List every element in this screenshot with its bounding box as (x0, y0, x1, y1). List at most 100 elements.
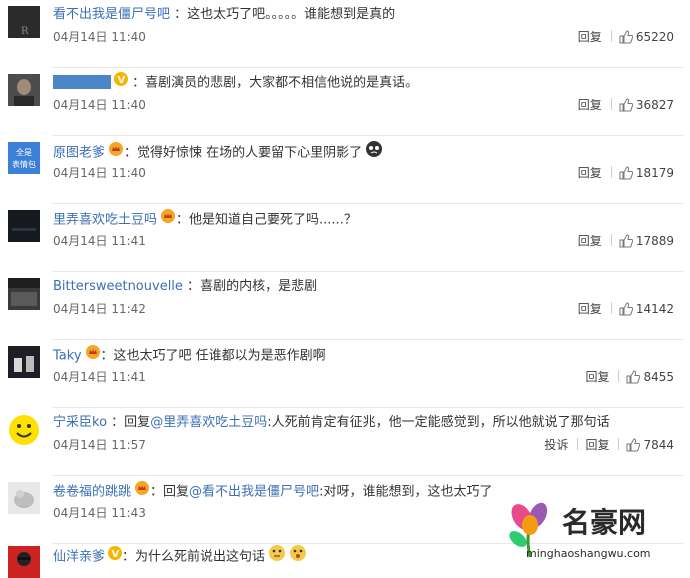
report-button[interactable]: 投诉 (544, 436, 568, 454)
svg-text:全是: 全是 (16, 147, 32, 157)
verified-v-icon: V (108, 546, 123, 568)
timestamp: 04月14日 11:57 (53, 438, 146, 452)
comment-text: :对呀，谁能想到，这也太巧了 (319, 484, 493, 500)
reply-prefix: 回复 (163, 484, 190, 500)
thumbs-up-icon (619, 30, 634, 49)
like-button[interactable]: 36827 (619, 96, 674, 117)
like-button[interactable]: 18179 (619, 164, 674, 185)
comment-item: V ：喜剧演员的悲剧，大家都不相信他说的是真话。 04月14日 11:40 回复… (0, 68, 690, 136)
name-separator: ： (170, 7, 188, 22)
username[interactable]: Taky (53, 349, 82, 364)
like-button[interactable]: 65220 (619, 28, 674, 49)
timestamp: 04月14日 11:40 (53, 30, 146, 44)
reply-button[interactable]: 回复 (585, 368, 609, 386)
thumbs-up-icon (626, 438, 641, 457)
watermark-logo: 名豪网 minghaoshangwu.com (496, 499, 686, 571)
thumbs-up-icon (619, 234, 634, 253)
timestamp: 04月14日 11:41 (53, 370, 146, 384)
like-count: 17889 (635, 234, 674, 248)
svg-text:V: V (112, 549, 120, 560)
avatar[interactable] (8, 546, 40, 578)
username[interactable]: 看不出我是僵尸号吧 (53, 7, 170, 22)
like-count: 18179 (635, 166, 674, 180)
like-button[interactable]: 8455 (626, 368, 674, 389)
avatar[interactable] (8, 346, 40, 378)
name-separator: ： (128, 75, 146, 91)
avatar[interactable]: 全是 表情包 (8, 142, 40, 174)
name-separator: ： (150, 484, 164, 500)
like-count: 65220 (635, 30, 674, 44)
mention-link[interactable]: @看不出我是僵尸号吧 (189, 485, 319, 500)
crown-badge-icon (160, 208, 176, 232)
svg-text:R: R (21, 26, 29, 37)
crown-badge-icon (85, 344, 101, 368)
verified-v-icon: V (114, 72, 128, 94)
avatar[interactable] (8, 482, 40, 514)
like-count: 7844 (643, 438, 674, 452)
reply-button[interactable]: 回复 (578, 232, 602, 250)
name-separator: ： (124, 145, 138, 161)
thumbs-up-icon (626, 370, 641, 389)
like-button[interactable]: 7844 (626, 436, 674, 457)
comment-item: 宁采臣ko ：回复@里弄喜欢吃土豆吗:人死前肯定有征兆，他一定能感觉到，所以他就… (0, 408, 690, 476)
timestamp: 04月14日 11:42 (53, 302, 146, 316)
like-count: 8455 (643, 370, 674, 384)
comment-text: 这也太巧了吧。。。。。谁能想到是真的 (187, 7, 396, 22)
crown-badge-icon (134, 480, 150, 504)
like-button[interactable]: 17889 (619, 232, 674, 253)
name-separator: ： (182, 279, 201, 294)
reply-button[interactable]: 回复 (578, 300, 602, 318)
thumbs-up-icon (619, 166, 634, 185)
comment-item: R 看不出我是僵尸号吧 ：这也太巧了吧。。。。。谁能想到是真的 04月14日 1… (0, 0, 690, 68)
svg-text:V: V (118, 75, 126, 86)
comment-item: Bittersweetnouvelle ：喜剧的内核，是悲剧 04月14日 11… (0, 272, 690, 340)
comment-text: 喜剧演员的悲剧，大家都不相信他说的是真话。 (145, 75, 419, 91)
crying-emoji-icon (365, 140, 383, 166)
avatar[interactable] (8, 414, 40, 446)
comment-text: 他是知道自己要死了吗......？ (189, 212, 357, 228)
comment-text: 喜剧的内核，是悲剧 (200, 279, 318, 294)
avatar[interactable] (8, 74, 40, 106)
username-redacted[interactable] (53, 74, 111, 89)
username[interactable]: 原图老爹 (53, 146, 105, 161)
thumbs-up-icon (619, 302, 634, 321)
avatar[interactable] (8, 210, 40, 242)
watermark-url: minghaoshangwu.com (526, 547, 651, 560)
reply-button[interactable]: 回复 (585, 436, 609, 454)
svg-text:表情包: 表情包 (12, 159, 36, 169)
timestamp: 04月14日 11:40 (53, 98, 146, 112)
comment-item: 里弄喜欢吃土豆吗 ：他是知道自己要死了吗......？ 04月14日 11:41 … (0, 204, 690, 272)
like-count: 36827 (635, 98, 674, 112)
username[interactable]: 卷卷福的跳跳 (53, 485, 131, 500)
reply-button[interactable]: 回复 (578, 28, 602, 46)
avatar[interactable]: R (8, 6, 40, 38)
like-button[interactable]: 14142 (619, 300, 674, 321)
comment-text: :人死前肯定有征兆，他一定能感觉到，所以他就说了那句话 (267, 415, 610, 430)
surprised-emoji-icon (289, 544, 307, 570)
thinking-emoji-icon (268, 544, 286, 570)
avatar[interactable] (8, 278, 40, 310)
like-count: 14142 (635, 302, 674, 316)
crown-badge-icon (108, 141, 124, 165)
username[interactable]: 仙洋亲爹 (53, 550, 105, 565)
reply-button[interactable]: 回复 (578, 164, 602, 182)
timestamp: 04月14日 11:40 (53, 166, 146, 180)
reply-button[interactable]: 回复 (578, 96, 602, 114)
username[interactable]: 里弄喜欢吃土豆吗 (53, 213, 157, 228)
name-separator: ： (100, 348, 114, 364)
reply-prefix: 回复 (124, 415, 151, 430)
name-separator: ： (107, 415, 125, 430)
comment-item: Taky ：这也太巧了吧 任谁都以为是恶作剧啊 04月14日 11:41 回复 84… (0, 340, 690, 408)
mention-link[interactable]: @里弄喜欢吃土豆吗 (150, 415, 267, 430)
timestamp: 04月14日 11:41 (53, 234, 146, 248)
username[interactable]: 宁采臣ko (53, 415, 107, 430)
name-separator: ： (176, 212, 190, 228)
username[interactable]: Bittersweetnouvelle (53, 279, 183, 294)
name-separator: ： (122, 549, 136, 565)
comment-item: 全是表情包 原图老爹 ：觉得好惊悚 在场的人要留下心里阴影了 04月14日 11:… (0, 136, 690, 204)
thumbs-up-icon (619, 98, 634, 117)
watermark-title: 名豪网 (562, 506, 647, 539)
comment-text: 为什么死前说出这句话 (135, 549, 266, 565)
comment-text: 这也太巧了吧 任谁都以为是恶作剧啊 (113, 348, 326, 364)
comment-text: 觉得好惊悚 在场的人要留下心里阴影了 (137, 145, 363, 161)
